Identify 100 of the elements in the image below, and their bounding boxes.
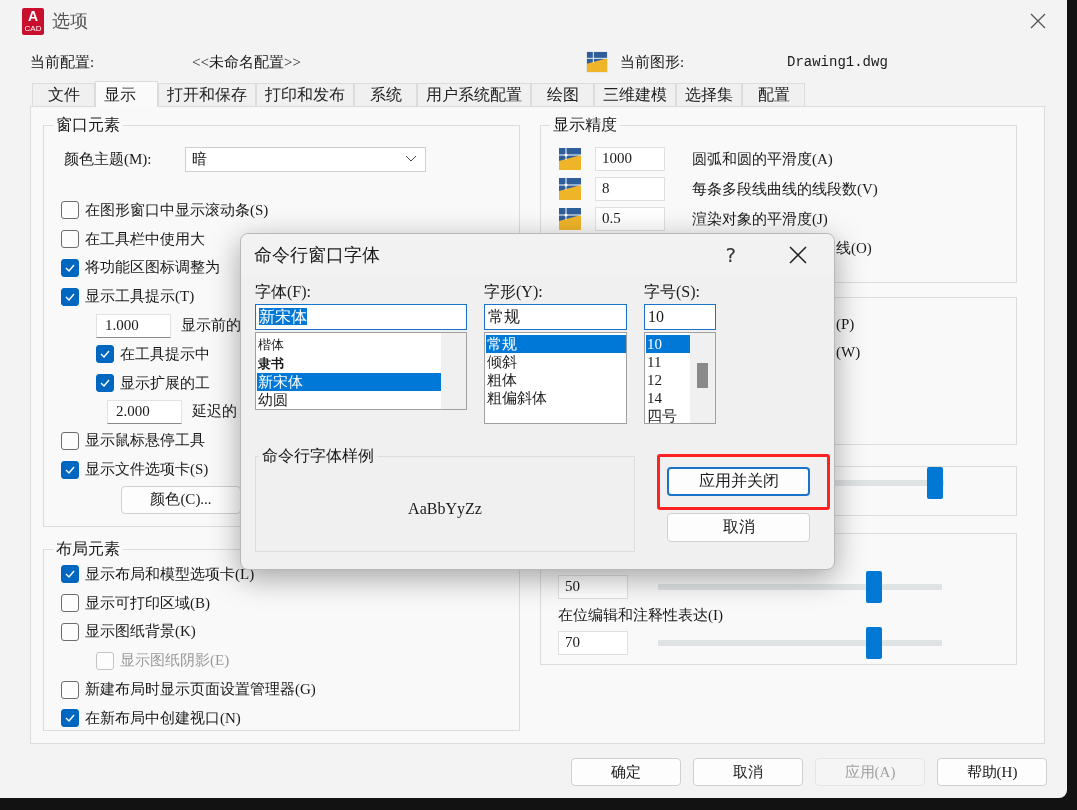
checkbox-label: 在工具提示中 (120, 344, 210, 364)
checkbox-label: 显示工具提示(T) (85, 287, 195, 307)
checkbox[interactable] (96, 374, 114, 393)
checkbox[interactable] (61, 594, 79, 613)
tab[interactable]: 绘图 (531, 83, 594, 106)
checkbox[interactable] (61, 623, 79, 641)
text-field[interactable]: 新宋体 (255, 304, 467, 330)
window-title: 选项 (52, 10, 89, 33)
field-label: (P) (836, 315, 856, 334)
checkbox-label: 在新布局中创建视口(N) (85, 708, 241, 728)
scrollbar[interactable] (690, 333, 715, 423)
list-box[interactable]: 楷体 隶书 新宋体 幼圆 (255, 332, 467, 410)
list-item[interactable]: 12 (646, 371, 690, 389)
group-title: 布局元素 (55, 539, 121, 559)
checkbox-label: 显示可打印区域(B) (85, 593, 210, 613)
field-label: 延迟的 (192, 402, 237, 422)
checkbox[interactable] (61, 259, 79, 277)
list-item[interactable]: 倾斜 (486, 353, 626, 371)
dialog-button[interactable]: 取消 (693, 758, 803, 786)
checkbox[interactable] (61, 287, 79, 306)
tab[interactable]: 三维建模 (594, 83, 676, 106)
list-item[interactable]: 14 (646, 389, 690, 407)
field-label: 每条多段线曲线的线段数(V) (692, 179, 878, 199)
checkmark-icon (65, 714, 75, 723)
drawing-icon (558, 207, 582, 231)
tab[interactable]: 显示 (95, 81, 158, 107)
help-button[interactable]: ? (725, 243, 736, 267)
tab[interactable]: 打印和发布 (256, 83, 354, 106)
dialog-button[interactable]: 取消 (667, 513, 810, 542)
text-field[interactable]: 常规 (484, 304, 627, 330)
list-item[interactable]: 幼圆 (257, 391, 441, 409)
drawing-name: Drawing1.dwg (787, 54, 889, 70)
drawing-icon (586, 49, 608, 75)
list-item[interactable]: 11 (646, 353, 690, 371)
list-item[interactable]: 四号 (646, 407, 690, 423)
field-label: 渲染对象的平滑度(J) (692, 209, 828, 229)
checkbox-label: 显示文件选项卡(S) (85, 460, 209, 480)
colors-button[interactable]: 颜色(C)... (121, 485, 241, 514)
field-label: 圆弧和圆的平滑度(A) (692, 149, 833, 169)
checkmark-icon (100, 350, 110, 359)
number-field[interactable]: 70 (558, 631, 628, 655)
list-box[interactable]: 10 11 12 14 四号 (644, 332, 716, 424)
list-box[interactable]: 常规 倾斜 粗体 粗偏斜体 (484, 332, 627, 424)
field-label: 在位编辑和注释性表达(I) (558, 606, 724, 625)
dialog-title: 命令行窗口字体 (254, 244, 381, 267)
checkbox[interactable] (61, 709, 79, 728)
checkbox-label: 将功能区图标调整为 (85, 258, 220, 278)
checkbox[interactable] (61, 201, 79, 220)
checkbox-label: 显示扩展的工 (120, 373, 210, 393)
app-icon: A CAD (22, 7, 44, 35)
dialog-button[interactable]: 帮助(H) (937, 758, 1047, 786)
list-item[interactable]: 新宋体 (257, 373, 441, 391)
checkbox-label: 显示图纸背景(K) (85, 622, 196, 642)
field-label: 显示前的 (181, 316, 241, 336)
drawing-icon (558, 177, 582, 201)
checkbox-label: 在图形窗口中显示滚动条(S) (85, 200, 269, 220)
list-item[interactable]: 粗偏斜体 (486, 389, 626, 407)
field-label: 字形(Y): (484, 282, 544, 303)
tab[interactable]: 文件 (32, 83, 95, 106)
checkmark-icon (100, 379, 110, 388)
number-field[interactable]: 1000 (595, 147, 665, 171)
list-item[interactable]: 隶书 (257, 354, 441, 373)
number-field[interactable]: 1.000 (96, 313, 171, 338)
text-field[interactable]: 10 (644, 304, 716, 330)
list-item[interactable]: 常规 (486, 335, 626, 353)
dialog-button[interactable]: 确定 (571, 758, 681, 786)
theme-dropdown[interactable]: 暗 (184, 146, 426, 172)
checkbox[interactable] (61, 565, 79, 584)
dialog-button[interactable]: 应用并关闭 (667, 467, 810, 496)
group-title: 窗口元素 (55, 115, 121, 135)
number-field[interactable]: 0.5 (595, 207, 665, 231)
list-item[interactable]: 10 (646, 335, 690, 353)
tab[interactable]: 用户系统配置 (417, 83, 531, 106)
tab[interactable]: 打开和保存 (158, 83, 256, 106)
number-field[interactable]: 2.000 (107, 399, 182, 424)
checkbox-label: 显示鼠标悬停工具 (85, 431, 205, 451)
tab[interactable]: 选择集 (676, 83, 742, 106)
drawing-icon (558, 147, 582, 171)
checkbox[interactable] (61, 680, 79, 699)
tab[interactable]: 系统 (354, 83, 417, 106)
number-field[interactable]: 50 (558, 575, 628, 599)
checkmark-icon (65, 292, 75, 301)
group-title: 命令行字体样例 (261, 446, 375, 466)
checkmark-icon (65, 570, 75, 579)
checkbox-label: 显示布局和模型选项卡(L) (85, 564, 255, 584)
list-item[interactable]: 粗体 (486, 371, 626, 389)
checkbox[interactable] (61, 460, 79, 479)
checkmark-icon (65, 264, 75, 272)
number-field[interactable]: 8 (595, 177, 665, 201)
checkbox[interactable] (96, 345, 114, 364)
scrollbar[interactable] (441, 333, 466, 409)
tab[interactable]: 配置 (742, 83, 805, 106)
profile-label: 当前配置: (30, 52, 96, 72)
field-label: 字号(S): (644, 282, 701, 303)
checkbox[interactable] (61, 431, 79, 450)
checkbox-label: 线(O) (836, 239, 873, 258)
checkbox[interactable] (61, 230, 79, 249)
checkbox-label: 新建布局时显示页面设置管理器(G) (85, 680, 316, 700)
list-item[interactable]: 楷体 (257, 335, 441, 354)
field-label: 颜色主题(M): (64, 149, 152, 169)
